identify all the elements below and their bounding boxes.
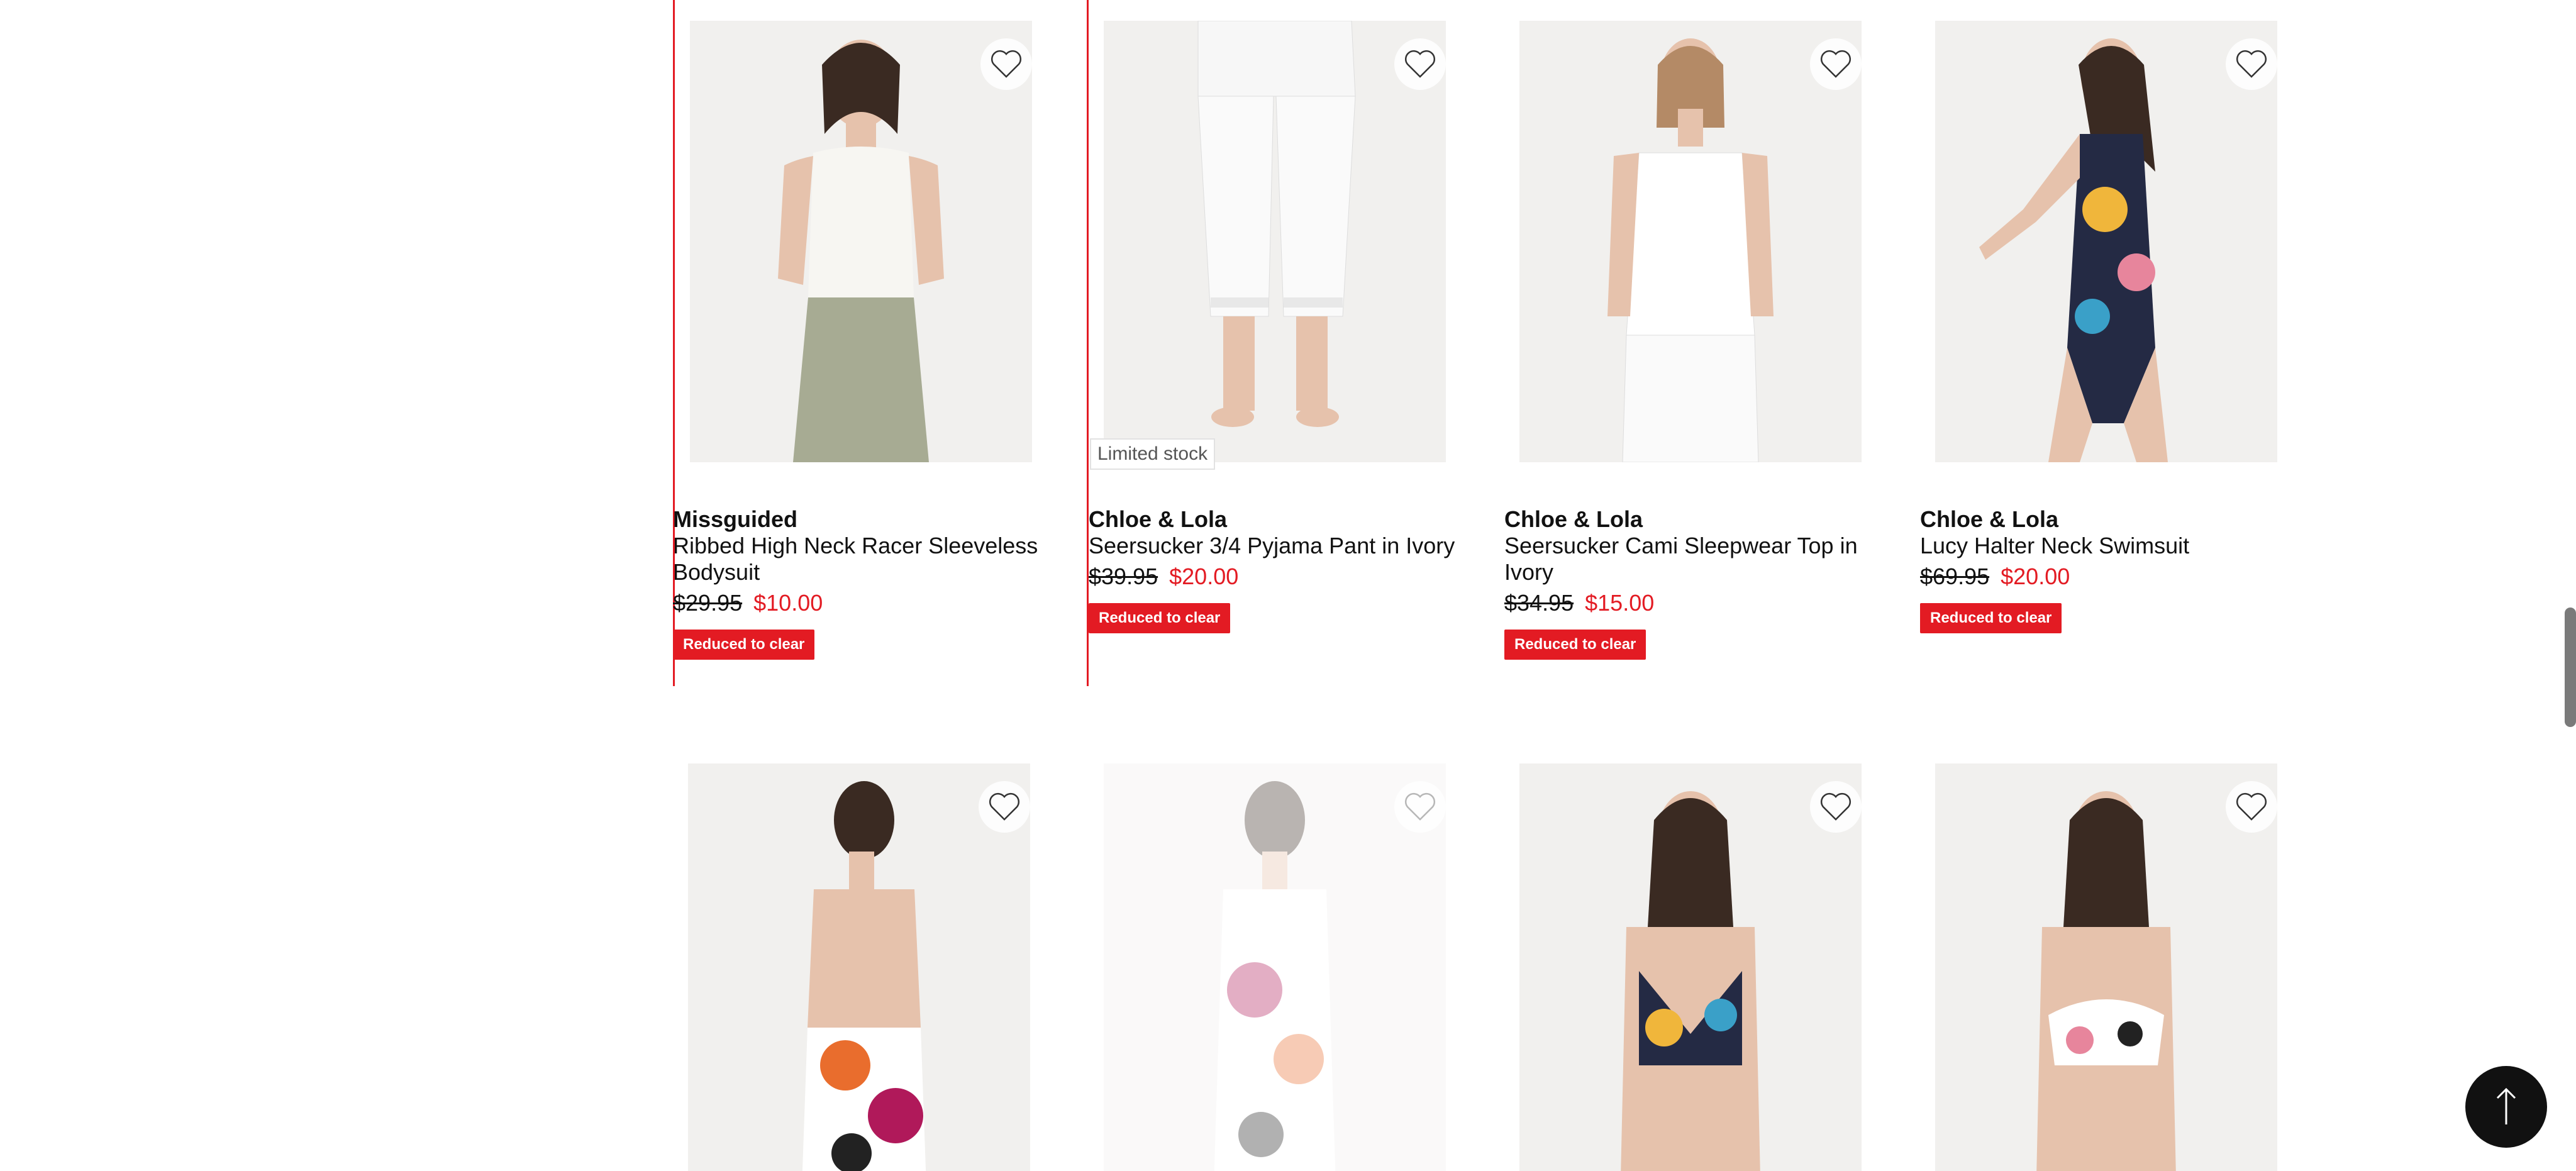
product-card[interactable]: Limited stock Chloe & Lola Seersucker 3/…	[1089, 0, 1504, 686]
product-photo	[1104, 21, 1446, 462]
product-image[interactable]	[1104, 21, 1446, 462]
product-grid: Missguided Ribbed High Neck Racer Sleeve…	[673, 0, 2340, 1171]
product-name[interactable]: Ribbed High Neck Racer Sleeveless Bodysu…	[673, 533, 1050, 586]
product-image[interactable]	[690, 21, 1032, 462]
product-image[interactable]	[1935, 763, 2277, 1171]
product-photo	[1519, 21, 1862, 462]
product-card[interactable]	[1920, 743, 2336, 1171]
product-brand[interactable]: Chloe & Lola	[1089, 506, 1504, 533]
heart-outline-icon	[2236, 792, 2267, 821]
heart-outline-icon	[2236, 50, 2267, 78]
product-card[interactable]	[1089, 743, 1504, 1171]
sale-badge: Reduced to clear	[1920, 603, 2062, 633]
was-price: $69.95	[1920, 563, 1990, 589]
heart-outline-icon	[1820, 792, 1852, 821]
product-price: $69.95 $20.00	[1920, 560, 2336, 593]
product-brand[interactable]: Missguided	[673, 506, 1087, 533]
product-card[interactable]: Missguided Ribbed High Neck Racer Sleeve…	[673, 0, 1089, 686]
product-row	[673, 743, 2340, 1171]
sale-price: $10.00	[753, 590, 823, 616]
product-name[interactable]: Lucy Halter Neck Swimsuit	[1920, 533, 2297, 559]
product-card[interactable]	[673, 743, 1089, 1171]
product-photo	[688, 763, 1030, 1171]
product-image[interactable]	[688, 763, 1030, 1171]
back-to-top-button[interactable]	[2465, 1066, 2547, 1148]
favorite-button[interactable]	[2226, 781, 2277, 833]
favorite-button[interactable]	[2226, 38, 2277, 90]
heart-outline-icon	[991, 50, 1022, 78]
product-name[interactable]: Seersucker 3/4 Pyjama Pant in Ivory	[1089, 533, 1466, 559]
product-row: Missguided Ribbed High Neck Racer Sleeve…	[673, 0, 2340, 686]
product-card[interactable]: Chloe & Lola Lucy Halter Neck Swimsuit $…	[1920, 0, 2336, 686]
product-image[interactable]	[1519, 21, 1862, 462]
product-photo	[1935, 763, 2277, 1171]
favorite-button[interactable]	[1394, 781, 1446, 833]
sale-price: $20.00	[1169, 563, 1239, 589]
page: Missguided Ribbed High Neck Racer Sleeve…	[0, 0, 2576, 1171]
heart-outline-icon	[1820, 50, 1852, 78]
heart-outline-icon	[989, 792, 1020, 821]
sale-badge: Reduced to clear	[1504, 630, 1646, 660]
was-price: $29.95	[673, 590, 743, 616]
product-card[interactable]: Chloe & Lola Seersucker Cami Sleepwear T…	[1504, 0, 1920, 686]
heart-outline-icon	[1404, 792, 1436, 821]
scrollbar-thumb[interactable]	[2565, 608, 2576, 727]
product-image[interactable]	[1104, 763, 1446, 1171]
product-name[interactable]: Seersucker Cami Sleepwear Top in Ivory	[1504, 533, 1882, 586]
product-image[interactable]	[1935, 21, 2277, 462]
product-price: $34.95 $15.00	[1504, 587, 1920, 619]
product-photo	[1935, 21, 2277, 462]
favorite-button[interactable]	[980, 38, 1032, 90]
heart-outline-icon	[1404, 50, 1436, 78]
was-price: $39.95	[1089, 563, 1158, 589]
product-info: Missguided Ribbed High Neck Racer Sleeve…	[673, 506, 1087, 660]
was-price: $34.95	[1504, 590, 1574, 616]
sale-price: $15.00	[1585, 590, 1655, 616]
product-info: Chloe & Lola Seersucker Cami Sleepwear T…	[1504, 506, 1920, 660]
arrow-up-icon	[2496, 1087, 2516, 1124]
favorite-button[interactable]	[979, 781, 1030, 833]
favorite-button[interactable]	[1810, 38, 1862, 90]
product-info: Chloe & Lola Lucy Halter Neck Swimsuit $…	[1920, 506, 2336, 633]
product-card[interactable]	[1504, 743, 1920, 1171]
sale-badge: Reduced to clear	[1089, 603, 1231, 633]
sale-badge: Reduced to clear	[673, 630, 815, 660]
product-photo	[690, 21, 1032, 462]
product-photo	[1104, 763, 1446, 1171]
favorite-button[interactable]	[1810, 781, 1862, 833]
favorite-button[interactable]	[1394, 38, 1446, 90]
product-photo	[1519, 763, 1862, 1171]
product-image[interactable]	[1519, 763, 1862, 1171]
product-price: $29.95 $10.00	[673, 587, 1087, 619]
sale-price: $20.00	[2001, 563, 2070, 589]
product-price: $39.95 $20.00	[1089, 560, 1504, 593]
product-info: Chloe & Lola Seersucker 3/4 Pyjama Pant …	[1089, 506, 1504, 633]
product-brand[interactable]: Chloe & Lola	[1504, 506, 1920, 533]
product-brand[interactable]: Chloe & Lola	[1920, 506, 2336, 533]
stock-label: Limited stock	[1090, 438, 1216, 470]
